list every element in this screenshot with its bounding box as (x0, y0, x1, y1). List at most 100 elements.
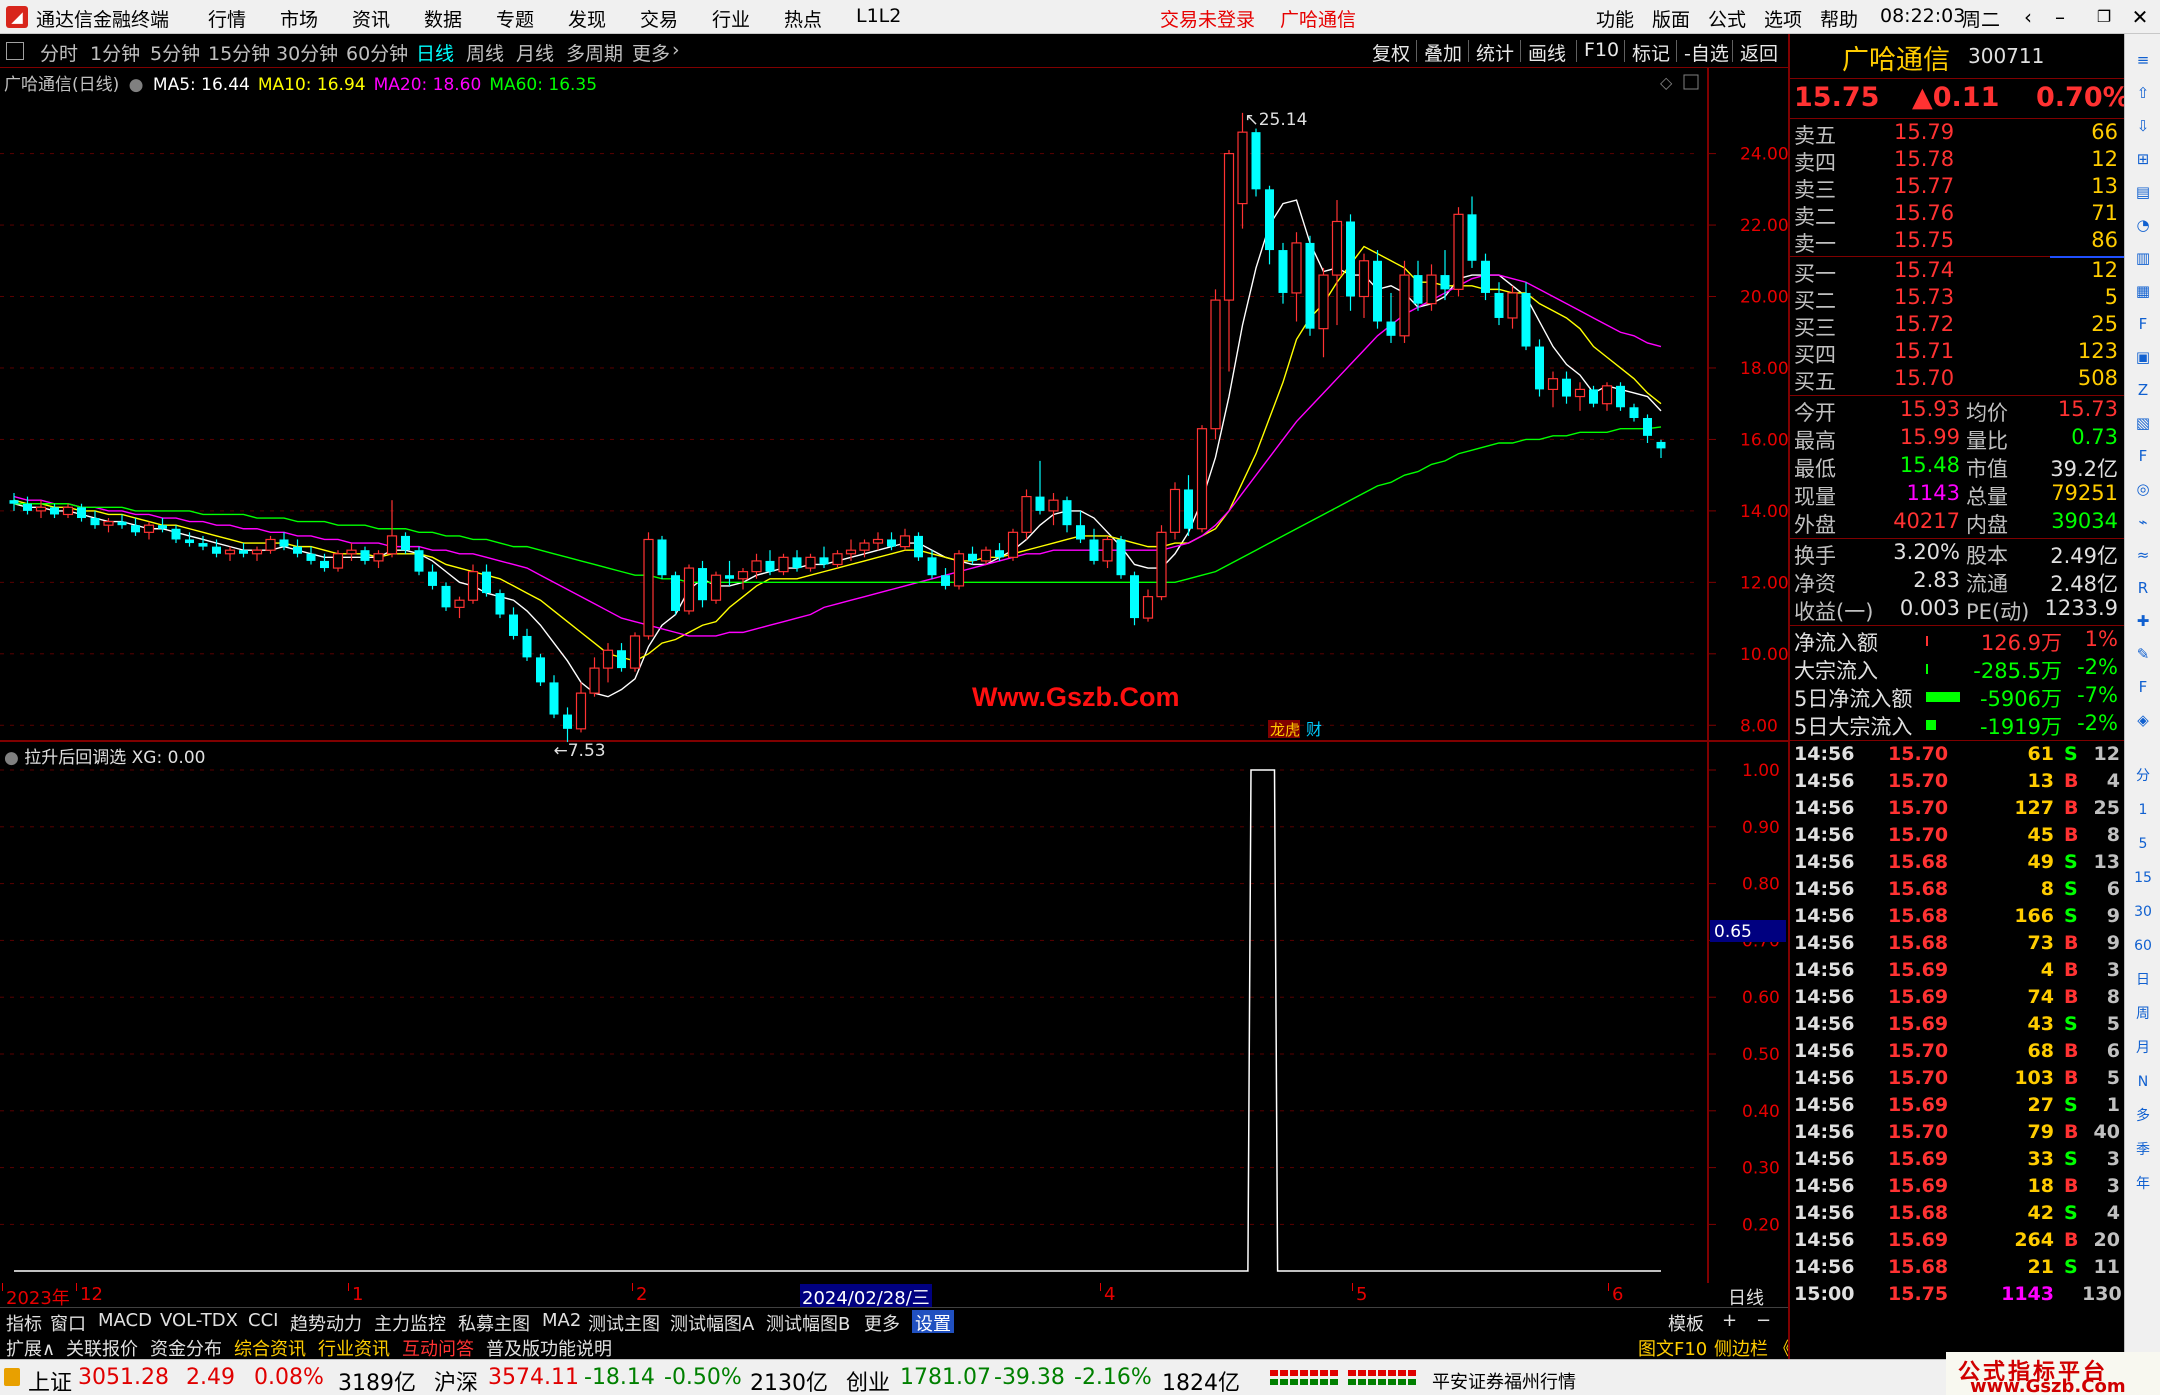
candle[interactable] (1237, 112, 1248, 229)
panel-tab-1[interactable]: 图文F10 (1638, 1335, 1707, 1361)
ask-row[interactable]: 卖三 15.77 13 (1790, 174, 2124, 202)
candle[interactable] (171, 525, 181, 544)
candle[interactable] (1318, 267, 1329, 358)
candle[interactable] (1196, 425, 1208, 533)
candle[interactable] (1494, 282, 1504, 326)
side-tool-icon[interactable]: ▦ (2131, 279, 2155, 303)
candle[interactable] (1453, 207, 1464, 297)
period-tab-8[interactable]: 周线 (466, 39, 504, 66)
candle[interactable] (1467, 196, 1477, 268)
candle[interactable] (1547, 371, 1559, 408)
side-tool-icon[interactable]: Z (2131, 378, 2155, 402)
menu-9[interactable]: 热点 (784, 5, 822, 32)
candle[interactable] (1265, 185, 1274, 265)
menu-2[interactable]: 市场 (280, 5, 318, 32)
candle[interactable] (710, 571, 722, 604)
candle[interactable] (131, 518, 140, 536)
panel-toggle-icon[interactable] (6, 42, 24, 60)
candle[interactable] (373, 550, 384, 569)
side-tool-icon[interactable]: F (2131, 444, 2155, 468)
side-period-button[interactable]: 60 (2131, 934, 2155, 958)
candle[interactable] (1278, 242, 1288, 304)
candle[interactable] (1331, 200, 1343, 326)
candle[interactable] (239, 543, 248, 558)
side-period-button[interactable]: 年 (2131, 1172, 2155, 1196)
toolbar-button-1[interactable]: 复权 (1372, 39, 1410, 66)
candle[interactable] (35, 500, 47, 519)
candle[interactable] (441, 582, 451, 611)
candle[interactable] (1481, 253, 1490, 301)
panel-expand-icon[interactable] (1683, 74, 1699, 90)
extension-tab-7[interactable]: 普及版功能说明 (486, 1335, 612, 1361)
candle[interactable] (1210, 289, 1221, 440)
menu-3[interactable]: 资讯 (352, 5, 390, 32)
side-tool-icon[interactable]: ⇧ (2131, 81, 2155, 105)
side-tool-icon[interactable]: ▤ (2131, 180, 2155, 204)
candle[interactable] (1251, 128, 1261, 197)
candle[interactable] (1184, 475, 1193, 536)
side-tool-icon[interactable]: ▣ (2131, 345, 2155, 369)
side-tool-icon[interactable]: ✚ (2131, 609, 2155, 633)
candle[interactable] (1035, 460, 1045, 515)
candle[interactable] (1413, 260, 1423, 311)
candle[interactable] (941, 568, 950, 590)
side-period-button[interactable]: N (2131, 1070, 2155, 1094)
candle[interactable] (1116, 535, 1126, 579)
bid-row[interactable]: 买四 15.71 123 (1790, 339, 2124, 367)
candle[interactable] (953, 550, 965, 590)
diamond-icon[interactable]: ◇ (1660, 73, 1673, 92)
candle[interactable] (683, 564, 695, 615)
extension-tab-6[interactable]: 互动问答 (402, 1335, 474, 1361)
candle[interactable] (90, 510, 100, 529)
bid-row[interactable]: 买三 15.72 25 (1790, 312, 2124, 340)
ask-row[interactable]: 卖五 15.79 66 (1790, 120, 2124, 148)
cy-label[interactable]: 创业 (846, 1365, 890, 1395)
candle[interactable] (1305, 235, 1315, 336)
candle[interactable] (765, 550, 775, 576)
candle[interactable] (1629, 403, 1639, 422)
toolbar-button-2[interactable]: 叠加 (1424, 39, 1462, 66)
candle[interactable] (346, 543, 357, 561)
side-period-button[interactable]: 日 (2131, 968, 2155, 992)
candle[interactable] (1616, 382, 1625, 411)
restore-icon[interactable]: ❐ (2090, 4, 2118, 30)
panel-tab-2[interactable]: 侧边栏 《 (1714, 1335, 1792, 1361)
candle[interactable] (1062, 496, 1072, 533)
right-menu-4[interactable]: 选项 (1764, 5, 1802, 32)
back-icon[interactable]: ‹ (2014, 4, 2042, 30)
candle[interactable] (1291, 232, 1302, 322)
candle[interactable] (657, 535, 667, 579)
side-tool-icon[interactable]: ⇩ (2131, 114, 2155, 138)
candle[interactable] (536, 653, 545, 686)
candle[interactable] (1021, 489, 1032, 540)
candle[interactable] (1346, 214, 1355, 311)
side-tool-icon[interactable]: R (2131, 576, 2155, 600)
side-period-button[interactable]: 月 (2131, 1036, 2155, 1060)
side-tool-icon[interactable]: ▥ (2131, 246, 2155, 270)
side-tool-icon[interactable]: ◈ (2131, 708, 2155, 732)
candle[interactable] (482, 564, 491, 597)
candle[interactable] (1142, 589, 1154, 622)
toolbar-button-6[interactable]: 标记 (1632, 39, 1670, 66)
settings-dot-icon[interactable]: ● (4, 748, 19, 768)
right-menu-5[interactable]: 帮助 (1820, 5, 1858, 32)
candle[interactable] (1562, 371, 1571, 404)
candle[interactable] (602, 643, 614, 683)
bid-row[interactable]: 买一 15.74 12 (1790, 258, 2124, 286)
menu-7[interactable]: 交易 (640, 5, 678, 32)
toolbar-button-8[interactable]: 返回 (1740, 39, 1778, 66)
candle[interactable] (778, 553, 789, 576)
right-menu-1[interactable]: 功能 (1596, 5, 1634, 32)
ask-row[interactable]: 卖一 15.75 86 (1790, 228, 2124, 256)
candle[interactable] (1601, 382, 1613, 411)
side-tool-icon[interactable]: ▧ (2131, 411, 2155, 435)
candle[interactable] (251, 546, 263, 561)
toolbar-button-3[interactable]: 统计 (1476, 39, 1514, 66)
candle[interactable] (1089, 528, 1099, 565)
candle[interactable] (143, 521, 155, 540)
candle[interactable] (1399, 260, 1410, 343)
candle[interactable] (1169, 482, 1181, 540)
indicator-tab-3[interactable]: MACD (98, 1310, 152, 1331)
extension-tab-3[interactable]: 资金分布 (150, 1335, 222, 1361)
side-period-button[interactable]: 分 (2131, 764, 2155, 788)
